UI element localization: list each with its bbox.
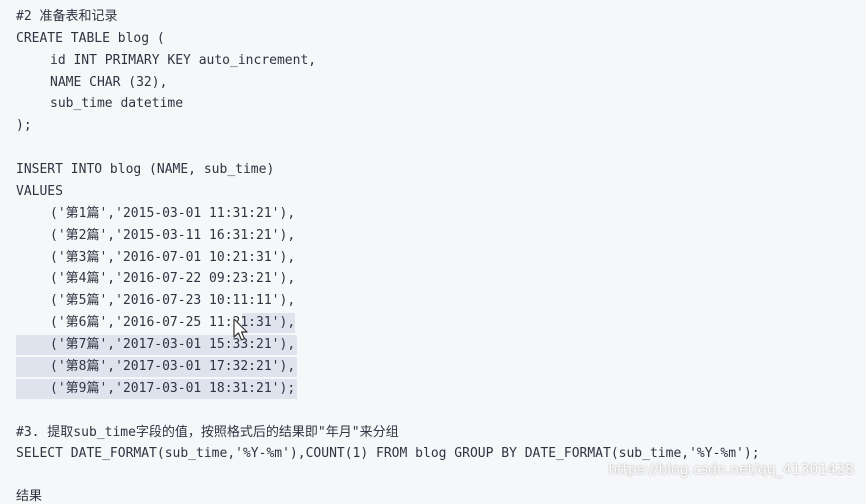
- code-line-row-3: ('第3篇','2016-07-01 10:21:31'),: [50, 250, 296, 265]
- code-block: #2 准备表和记录 CREATE TABLE blog ( id INT PRI…: [0, 0, 866, 504]
- watermark-url: https://blog.csdn.net/qq_41301428: [608, 462, 854, 478]
- code-line-row-6: ('第6篇','2016-07-25 11:21:31'),: [50, 313, 296, 333]
- code-line-values: VALUES: [16, 184, 63, 199]
- code-line-row-8: ('第8篇','2017-03-01 17:32:21'),: [16, 357, 298, 377]
- code-line-sub-time: sub_time datetime: [50, 96, 184, 111]
- code-line-row-7: ('第7篇','2017-03-01 15:33:21'),: [16, 335, 298, 355]
- code-line-row-9: ('第9篇','2017-03-01 18:31:21');: [16, 379, 298, 399]
- code-line-comment-3: #3. 提取sub_time字段的值，按照格式后的结果即"年月"来分组: [16, 425, 399, 440]
- code-line-row-4: ('第4篇','2016-07-22 09:23:21'),: [50, 271, 296, 286]
- code-line-row-1: ('第1篇','2015-03-01 11:31:21'),: [50, 206, 296, 221]
- code-line-row-2: ('第2篇','2015-03-11 16:31:21'),: [50, 228, 296, 243]
- code-line-insert: INSERT INTO blog (NAME, sub_time): [16, 162, 275, 177]
- mouse-pointer-icon: [233, 318, 248, 341]
- code-line-select: SELECT DATE_FORMAT(sub_time,'%Y-%m'),COU…: [16, 446, 760, 461]
- code-line-create-table: CREATE TABLE blog (: [16, 31, 165, 46]
- code-line-comment-2: #2 准备表和记录: [16, 9, 118, 24]
- code-line-close-paren: );: [16, 118, 32, 133]
- code-line-name: NAME CHAR (32),: [50, 75, 168, 90]
- code-line-cutoff: 结果: [16, 489, 43, 504]
- code-line-row-5: ('第5篇','2016-07-23 10:11:11'),: [50, 293, 296, 308]
- code-line-id: id INT PRIMARY KEY auto_increment,: [50, 53, 317, 68]
